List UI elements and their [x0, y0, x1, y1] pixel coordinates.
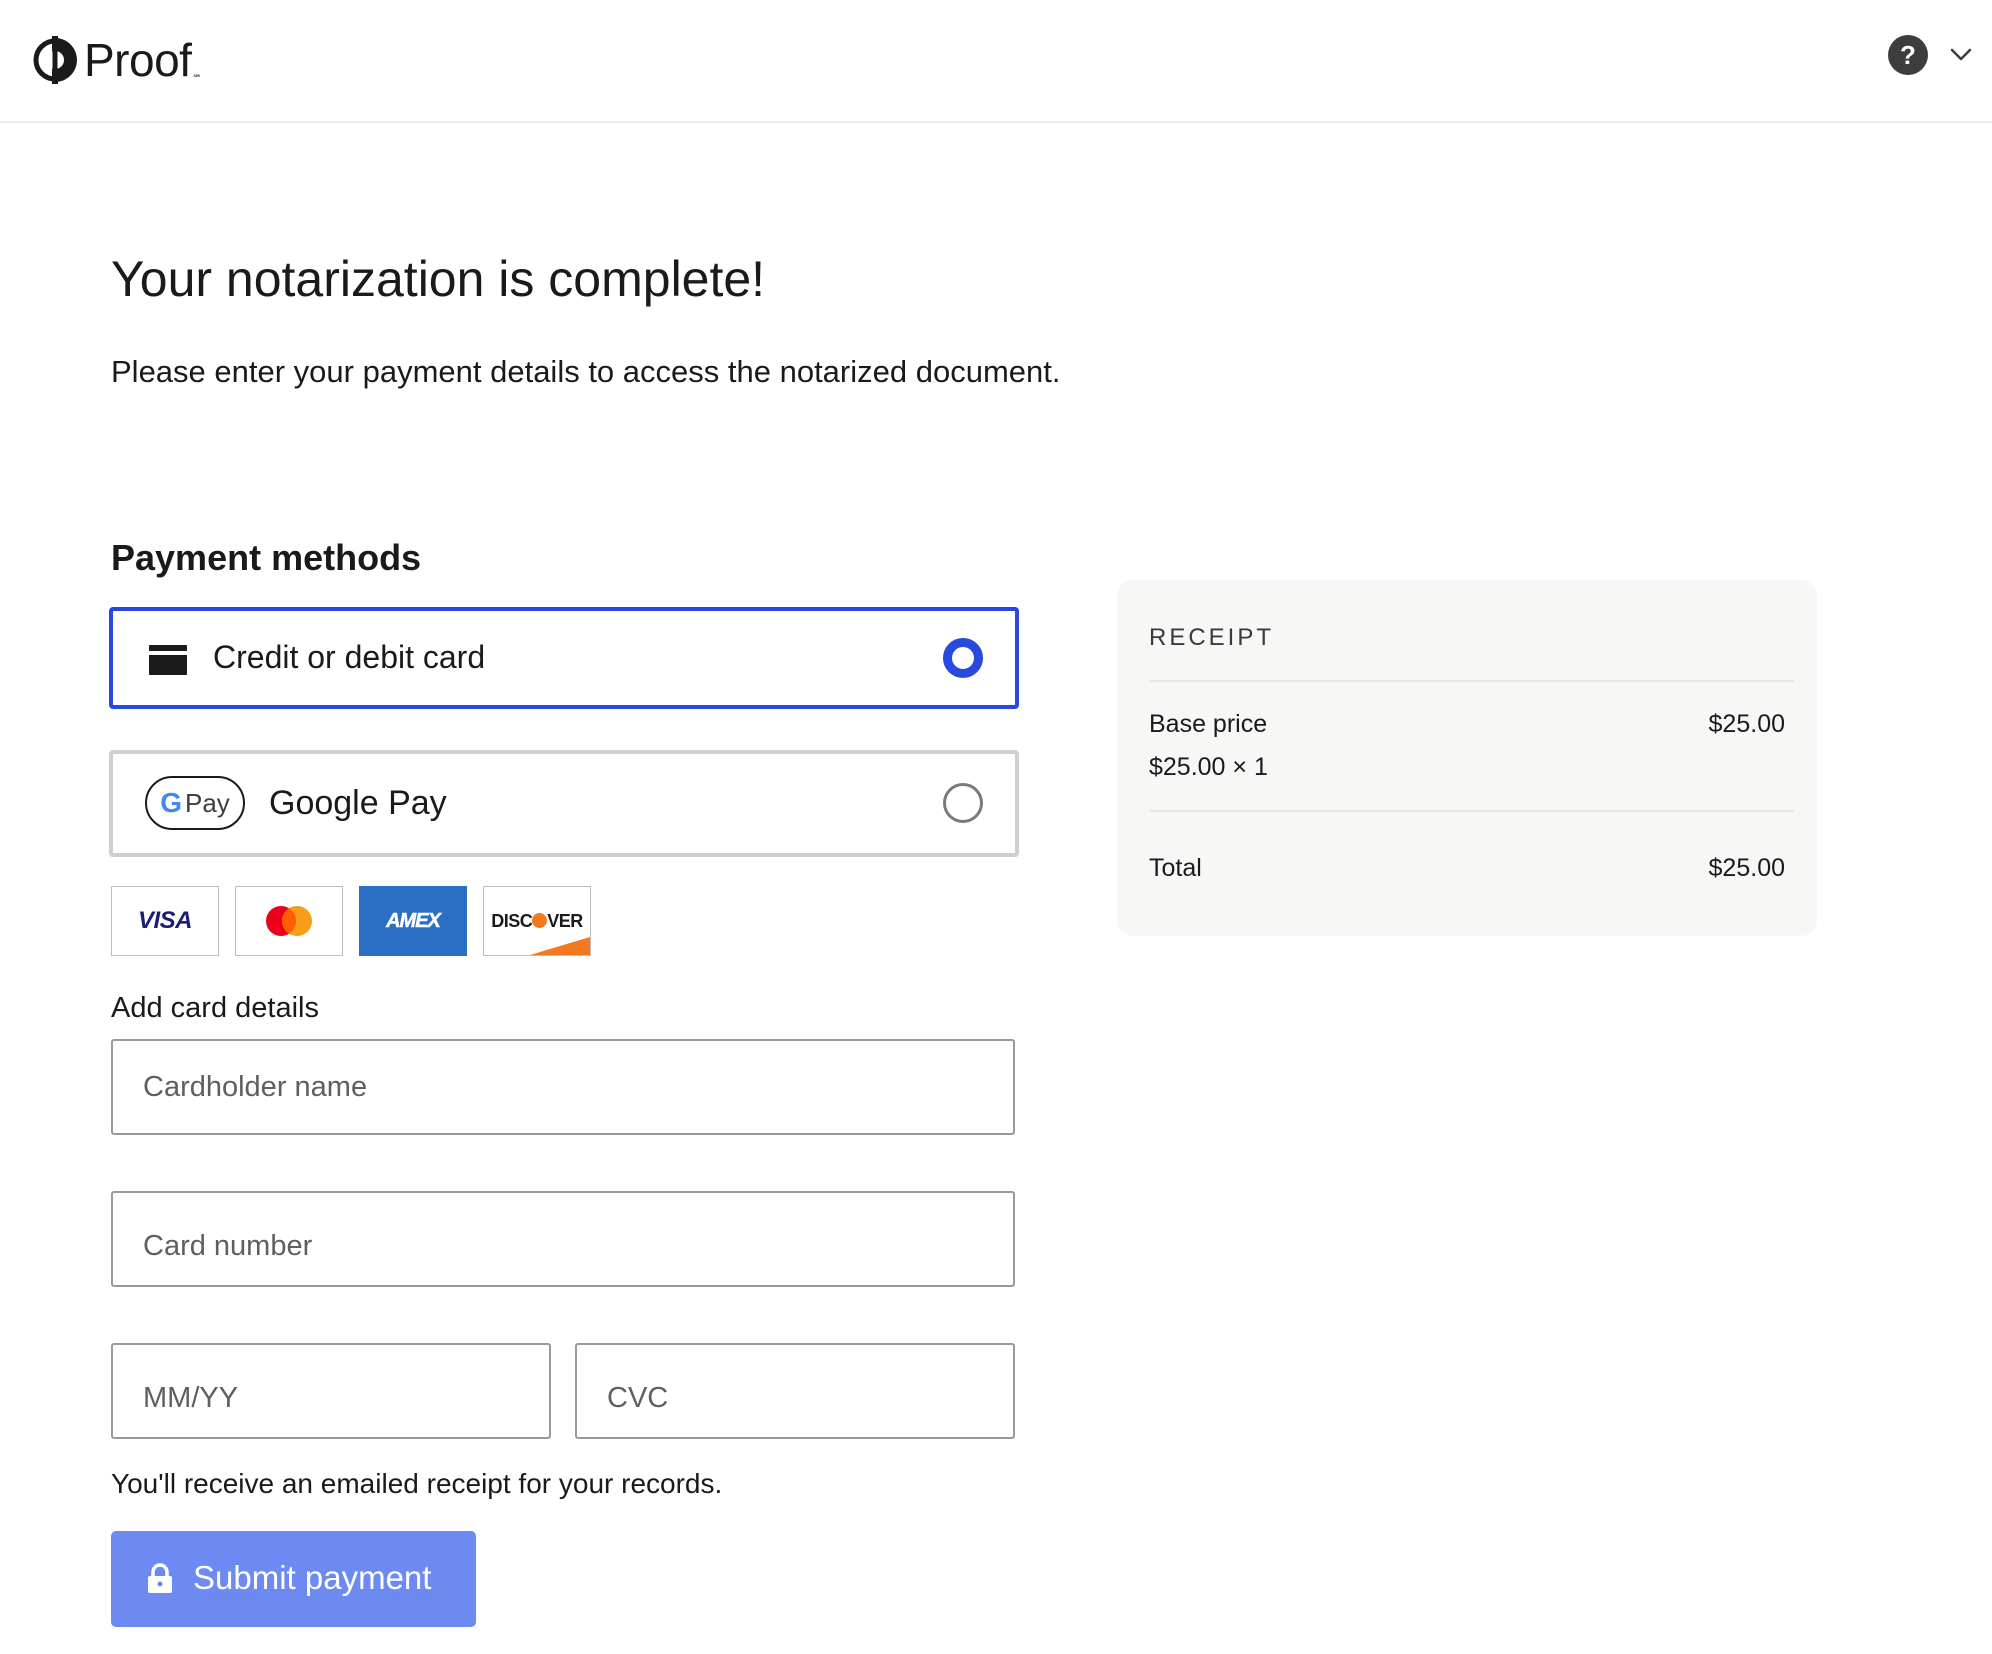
card-number-input[interactable]: [111, 1191, 1015, 1287]
mastercard-logo: [235, 886, 343, 956]
logo-text: Proof: [84, 34, 192, 86]
payment-methods-title: Payment methods: [111, 537, 422, 578]
top-bar: Proof ℠ ?: [0, 0, 1992, 123]
proof-logo-icon: [33, 36, 77, 84]
discover-logo: DISC VER: [483, 886, 591, 956]
chevron-down-icon[interactable]: [1948, 44, 1974, 64]
payment-option-card[interactable]: Credit or debit card: [109, 607, 1019, 709]
total-label: Total: [1149, 854, 1202, 882]
receipt-title: RECEIPT: [1149, 624, 1275, 651]
base-price-detail: $25.00 × 1: [1149, 753, 1268, 781]
discover-swoosh-icon: [530, 937, 590, 955]
google-pay-badge: G Pay: [145, 776, 245, 830]
base-price-value: $25.00: [1708, 710, 1785, 738]
receipt-email-note: You'll receive an emailed receipt for yo…: [111, 1468, 723, 1499]
total-value: $25.00: [1708, 854, 1785, 882]
radio-card-selected[interactable]: [943, 638, 983, 678]
receipt-divider: [1149, 680, 1794, 682]
amex-logo: AMEX: [359, 886, 467, 956]
receipt-panel: RECEIPT Base price $25.00 $25.00 × 1 Tot…: [1117, 580, 1817, 936]
add-card-details-label: Add card details: [111, 992, 319, 1024]
help-glyph: ?: [1900, 39, 1916, 70]
google-pay-badge-text: Pay: [184, 787, 230, 818]
page-title: Your notarization is complete!: [111, 251, 766, 307]
logo-trademark: ℠: [192, 73, 202, 83]
base-price-label: Base price: [1149, 710, 1268, 738]
amex-logo-text: AMEX: [386, 909, 441, 932]
receipt-divider: [1149, 810, 1794, 812]
discover-dot-icon: [532, 912, 548, 928]
google-g-icon: G: [160, 787, 182, 818]
cvc-input[interactable]: [575, 1343, 1015, 1439]
discover-logo-text: DISC VER: [491, 910, 583, 931]
radio-google-pay[interactable]: [943, 783, 983, 823]
proof-logo[interactable]: Proof ℠: [32, 30, 202, 90]
help-icon[interactable]: ?: [1888, 35, 1928, 75]
payment-option-card-label: Credit or debit card: [213, 639, 486, 675]
page-subtitle: Please enter your payment details to acc…: [111, 354, 1061, 389]
submit-payment-label: Submit payment: [193, 1559, 432, 1596]
visa-logo: VISA: [111, 886, 219, 956]
submit-payment-button[interactable]: Submit payment: [111, 1531, 476, 1627]
payment-option-google-pay[interactable]: G Pay Google Pay: [109, 750, 1019, 857]
payment-option-google-pay-label: Google Pay: [269, 784, 447, 822]
credit-card-icon: [149, 645, 187, 675]
mastercard-circles-icon: [266, 906, 312, 936]
lock-icon: [148, 1563, 172, 1593]
expiry-date-input[interactable]: [111, 1343, 551, 1439]
cardholder-name-input[interactable]: [111, 1039, 1015, 1135]
visa-logo-text: VISA: [137, 907, 193, 934]
